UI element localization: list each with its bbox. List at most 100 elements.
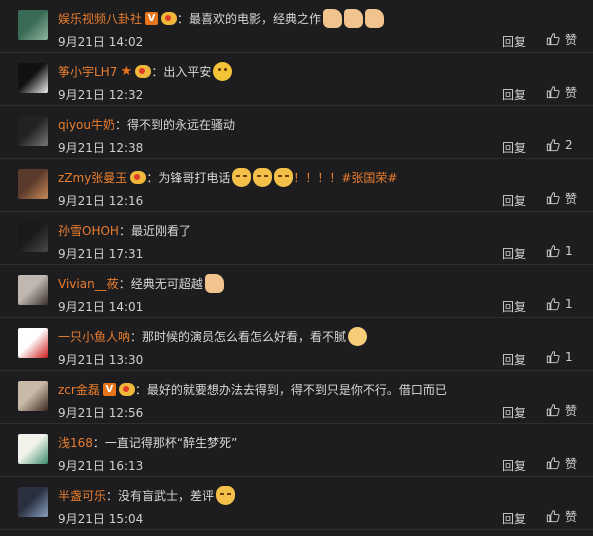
colon-separator: ： [118,223,131,238]
colon-separator: ： [118,276,131,291]
avatar[interactable] [18,487,48,517]
colon-separator: ： [106,488,119,503]
reply-button[interactable]: 回复 [502,510,526,527]
thumbs-up-icon [546,404,560,417]
verified-v-icon[interactable]: V [102,382,116,396]
comment-row: 半盏可乐：没有盲武士，差评 9月21日 15:04 回复 赞 [0,477,593,530]
timestamp: 9月21日 12:56 [58,406,144,420]
thumbs-up-icon [546,298,560,311]
like-count: 赞 [565,403,578,418]
avatar[interactable] [18,381,48,411]
timestamp: 9月21日 12:16 [58,194,144,208]
username-link[interactable]: zZmy张曼玉 [58,169,127,186]
comment-row: Vivian__莜：经典无可超越 9月21日 14:01 回复 1 [0,265,593,318]
thumb-emoji-icon [344,8,364,28]
comment-row: 浅168：一直记得那杯“醉生梦死” 9月21日 16:13 回复 赞 [0,424,593,477]
like-count: 赞 [565,85,578,100]
comment-list: 娱乐视频八卦社 V：最喜欢的电影，经典之作 9月21日 14:02 回复赞筝小宇LH7… [0,0,593,530]
thumbs-up-icon [546,86,560,99]
cat-emoji-icon [253,167,273,187]
username-link[interactable]: 孙雪OHOH [58,222,119,239]
reply-button[interactable]: 回复 [502,351,526,368]
like-button[interactable]: 1 [546,349,573,365]
username-link[interactable]: qiyou牛奶 [58,116,115,133]
comment-row: 孙雪OHOH：最近刚看了 9月21日 17:31 回复 1 [0,212,593,265]
username-link[interactable]: 半盏可乐 [58,487,106,504]
username-link[interactable]: 浅168 [58,434,93,451]
like-button[interactable]: 1 [546,296,573,312]
comment-line: Vivian__莜：经典无可超越 [58,272,583,294]
thumbs-up-icon [546,457,560,470]
reply-button[interactable]: 回复 [502,404,526,421]
avatar[interactable] [18,275,48,305]
like-count: 1 [565,297,573,311]
comment-row: zZmy张曼玉 ：为锋哥打电话 ！！！！#张国荣# 9月21日 12:16 回复 赞 [0,159,593,212]
cat-emoji-icon [232,167,252,187]
username-link[interactable]: 娱乐视频八卦社 [58,10,142,27]
like-count: 赞 [565,509,578,524]
reply-button[interactable]: 回复 [502,139,526,156]
timestamp: 9月21日 12:32 [58,88,144,102]
reply-button[interactable]: 回复 [502,86,526,103]
like-button[interactable]: 赞 [546,84,577,100]
like-count: 2 [565,138,573,152]
username-link[interactable]: Vivian__莜 [58,275,119,292]
timestamp: 9月21日 12:38 [58,141,144,155]
avatar[interactable] [18,328,48,358]
reply-button[interactable]: 回复 [502,298,526,315]
colon-separator: ： [92,435,105,450]
comment-line: 孙雪OHOH：最近刚看了 [58,219,583,241]
avatar[interactable] [18,222,48,252]
thumb-emoji-icon [204,273,224,293]
comment-text: 得不到的永远在骚动 [127,117,236,132]
like-button[interactable]: 赞 [546,455,577,471]
username-link[interactable]: zcr金磊 [58,381,100,398]
like-button[interactable]: 赞 [546,402,577,418]
like-count: 赞 [565,191,578,206]
reply-button[interactable]: 回复 [502,192,526,209]
star-icon[interactable]: ★ [120,65,133,78]
avatar[interactable] [18,116,48,146]
vip-member-icon[interactable] [130,170,147,184]
avatar[interactable] [18,10,48,40]
colon-separator: ： [146,170,159,185]
comment-row: 筝小宇LH7 ★ ：出入平安 9月21日 12:32 回复 赞 [0,53,593,106]
avatar[interactable] [18,169,48,199]
comment-line: qiyou牛奶：得不到的永远在骚动 [58,113,583,135]
comment-text: 经典无可超越 [130,276,203,291]
reply-button[interactable]: 回复 [502,33,526,50]
like-button[interactable]: 赞 [546,31,577,47]
comment-row: 娱乐视频八卦社 V ：最喜欢的电影，经典之作 9月21日 14:02 回复 赞 [0,0,593,53]
username-link[interactable]: 一只小鱼人呐 [58,328,130,345]
vip-member-icon[interactable] [161,11,178,25]
avatar[interactable] [18,63,48,93]
comment-line: zZmy张曼玉 ：为锋哥打电话 ！！！！#张国荣# [58,166,583,188]
vip-member-icon[interactable] [135,64,152,78]
thumb-emoji-icon [365,8,385,28]
thumb-emoji-icon [323,8,343,28]
verified-v-icon[interactable]: V [145,11,159,25]
comment-row: 一只小鱼人呐：那时候的演员怎么看怎么好看，看不腻 9月21日 13:30 回复 1 [0,318,593,371]
colon-separator: ： [130,329,143,344]
like-count: 1 [565,244,573,258]
comment-text: 一直记得那杯“醉生梦死” [104,435,238,450]
hashtag-link[interactable]: ！！！！#张国荣# [293,169,397,186]
timestamp: 9月21日 16:13 [58,459,144,473]
vip-member-icon[interactable] [118,382,135,396]
like-count: 赞 [565,32,578,47]
reply-button[interactable]: 回复 [502,457,526,474]
timestamp: 9月21日 17:31 [58,247,144,261]
like-button[interactable]: 赞 [546,508,577,524]
thumbs-up-icon [546,510,560,523]
avatar[interactable] [18,434,48,464]
thumbs-up-icon [546,33,560,46]
thumbs-up-icon [546,192,560,205]
reply-button[interactable]: 回复 [502,245,526,262]
colon-separator: ： [177,11,190,26]
like-button[interactable]: 赞 [546,190,577,206]
like-button[interactable]: 1 [546,243,573,259]
like-button[interactable]: 2 [546,137,573,153]
smile-emoji-icon [213,61,233,81]
comment-text: 出入平安 [163,64,212,79]
username-link[interactable]: 筝小宇LH7 [58,63,117,80]
